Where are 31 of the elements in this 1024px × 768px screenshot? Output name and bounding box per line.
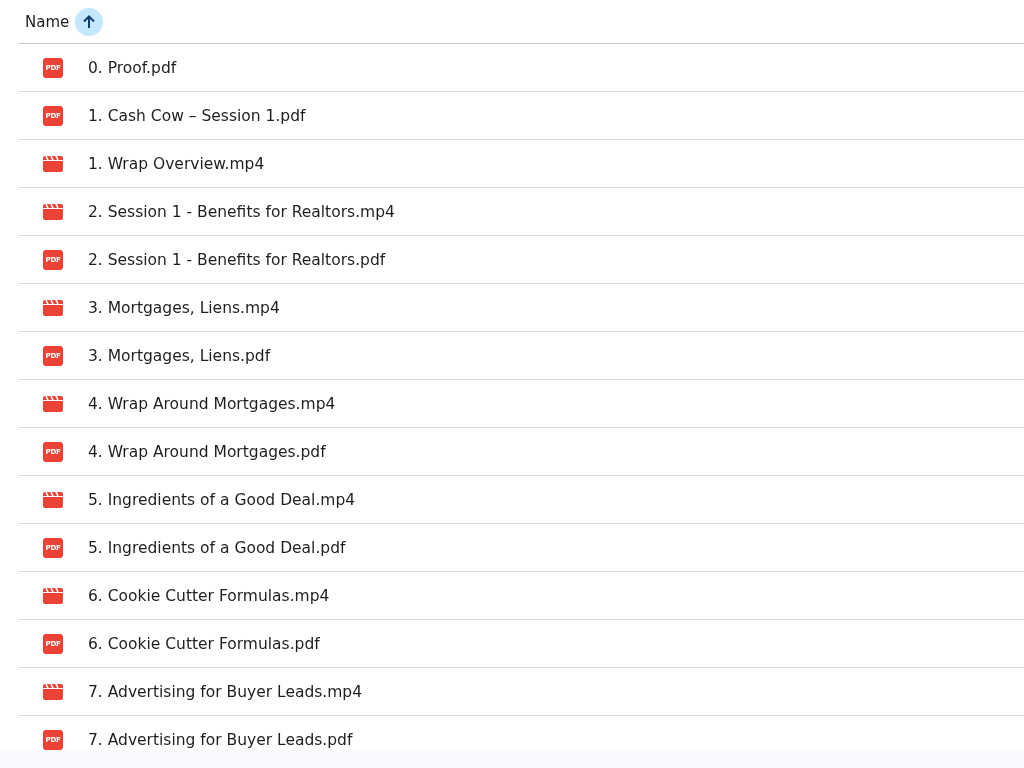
video-file-icon (43, 154, 63, 173)
video-file-icon (43, 298, 63, 317)
video-file-icon (43, 490, 63, 509)
column-header[interactable]: Name (25, 12, 70, 31)
file-name: 7. Advertising for Buyer Leads.pdf (88, 730, 353, 749)
file-name: 6. Cookie Cutter Formulas.pdf (88, 634, 320, 653)
file-name: 3. Mortgages, Liens.mp4 (88, 298, 280, 317)
file-name: 4. Wrap Around Mortgages.mp4 (88, 394, 336, 413)
file-name: 0. Proof.pdf (88, 58, 177, 77)
file-name: 1. Wrap Overview.mp4 (88, 154, 265, 173)
video-file-icon (43, 202, 63, 221)
file-name: 2. Session 1 - Benefits for Realtors.mp4 (88, 202, 395, 221)
file-name: 5. Ingredients of a Good Deal.mp4 (88, 490, 356, 509)
file-name: 3. Mortgages, Liens.pdf (88, 346, 271, 365)
file-row[interactable]: 5. Ingredients of a Good Deal.mp4 (18, 476, 1024, 524)
file-name: 2. Session 1 - Benefits for Realtors.pdf (88, 250, 386, 269)
file-row[interactable]: 7. Advertising for Buyer Leads.mp4 (18, 668, 1024, 716)
file-row[interactable]: 3. Mortgages, Liens.mp4 (18, 284, 1024, 332)
file-row[interactable]: 4. Wrap Around Mortgages.mp4 (18, 380, 1024, 428)
file-name: 5. Ingredients of a Good Deal.pdf (88, 538, 346, 557)
file-name: 4. Wrap Around Mortgages.pdf (88, 442, 326, 461)
file-row[interactable]: 6. Cookie Cutter Formulas.mp4 (18, 572, 1024, 620)
video-file-icon (43, 682, 63, 701)
file-name: 1. Cash Cow – Session 1.pdf (88, 106, 306, 125)
sort-button[interactable] (75, 7, 104, 36)
file-name: 6. Cookie Cutter Formulas.mp4 (88, 586, 330, 605)
file-row[interactable]: 1. Wrap Overview.mp4 (18, 140, 1024, 188)
file-row[interactable]: 2. Session 1 - Benefits for Realtors.mp4 (18, 188, 1024, 236)
video-file-icon (43, 586, 63, 605)
video-file-icon (43, 394, 63, 413)
file-name: 7. Advertising for Buyer Leads.mp4 (88, 682, 363, 701)
